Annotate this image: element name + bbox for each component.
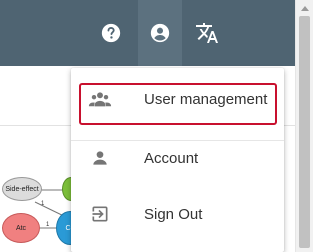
translate-icon xyxy=(196,23,218,43)
help-icon xyxy=(101,23,121,43)
person-icon xyxy=(88,146,112,170)
language-button[interactable] xyxy=(190,14,224,52)
scrollbar-thumb[interactable] xyxy=(299,16,310,248)
menu-item-sign-out[interactable]: Sign Out xyxy=(71,186,284,242)
menu-item-account[interactable]: Account xyxy=(71,130,284,186)
menu-item-user-management[interactable]: User management xyxy=(71,71,284,127)
user-group-icon xyxy=(88,87,112,111)
account-dropdown-menu: User management Account Sign Out xyxy=(71,68,284,252)
diagram-node-side-effect[interactable]: Side-effect xyxy=(2,177,42,201)
account-circle-icon xyxy=(150,23,170,43)
menu-item-label: Sign Out xyxy=(144,205,203,223)
diagram-node-atc[interactable]: Atc xyxy=(2,213,40,243)
edge-label: 1 xyxy=(46,222,50,228)
edge-label: 1 xyxy=(41,201,45,207)
vertical-scrollbar[interactable] xyxy=(295,0,313,252)
help-button[interactable] xyxy=(94,14,128,52)
menu-item-label: Account xyxy=(144,149,199,167)
account-button[interactable] xyxy=(138,0,182,66)
node-label: Atc xyxy=(15,224,27,232)
top-app-bar xyxy=(0,0,295,66)
exit-icon xyxy=(88,202,112,226)
scroll-up-arrow-icon[interactable] xyxy=(301,6,309,11)
node-label: Side-effect xyxy=(5,185,39,193)
menu-item-label: User management xyxy=(144,90,268,108)
